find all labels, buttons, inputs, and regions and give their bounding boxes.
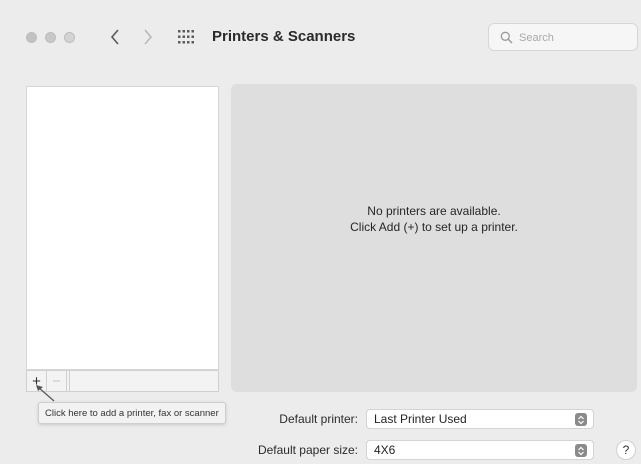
zoom-window-button[interactable] <box>64 32 75 43</box>
chevron-right-icon <box>144 29 153 45</box>
forward-button[interactable] <box>138 24 158 50</box>
arrow-pointer-icon <box>36 385 55 402</box>
window-toolbar: Printers & Scanners <box>0 0 641 72</box>
default-paper-size-value: 4X6 <box>374 443 396 457</box>
printer-detail-panel: No printers are available. Click Add (+)… <box>231 84 637 392</box>
default-printer-popup[interactable]: Last Printer Used <box>366 409 594 429</box>
updown-stepper-icon <box>575 413 587 426</box>
list-bar-divider <box>69 371 70 391</box>
search-icon <box>500 31 513 44</box>
default-printer-value: Last Printer Used <box>374 412 467 426</box>
window-title: Printers & Scanners <box>212 28 356 45</box>
empty-state-line-1: No printers are available. <box>367 204 501 218</box>
printer-list[interactable] <box>26 86 219 370</box>
default-printer-label: Default printer: <box>279 412 358 426</box>
search-input[interactable] <box>517 29 631 47</box>
default-paper-size-label: Default paper size: <box>257 443 358 457</box>
search-field[interactable] <box>488 23 638 51</box>
empty-state-line-2: Click Add (+) to set up a printer. <box>350 220 518 234</box>
default-paper-size-popup[interactable]: 4X6 <box>366 440 594 460</box>
grid-icon <box>178 30 194 44</box>
updown-stepper-icon <box>575 444 587 457</box>
help-button[interactable]: ? <box>616 440 636 460</box>
back-button[interactable] <box>105 24 125 50</box>
show-all-button[interactable] <box>177 28 195 46</box>
add-printer-tooltip: Click here to add a printer, fax or scan… <box>38 402 226 424</box>
close-window-button[interactable] <box>26 32 37 43</box>
empty-state-message: No printers are available. Click Add (+)… <box>231 203 637 235</box>
chevron-left-icon <box>110 29 119 45</box>
minimize-window-button[interactable] <box>45 32 56 43</box>
